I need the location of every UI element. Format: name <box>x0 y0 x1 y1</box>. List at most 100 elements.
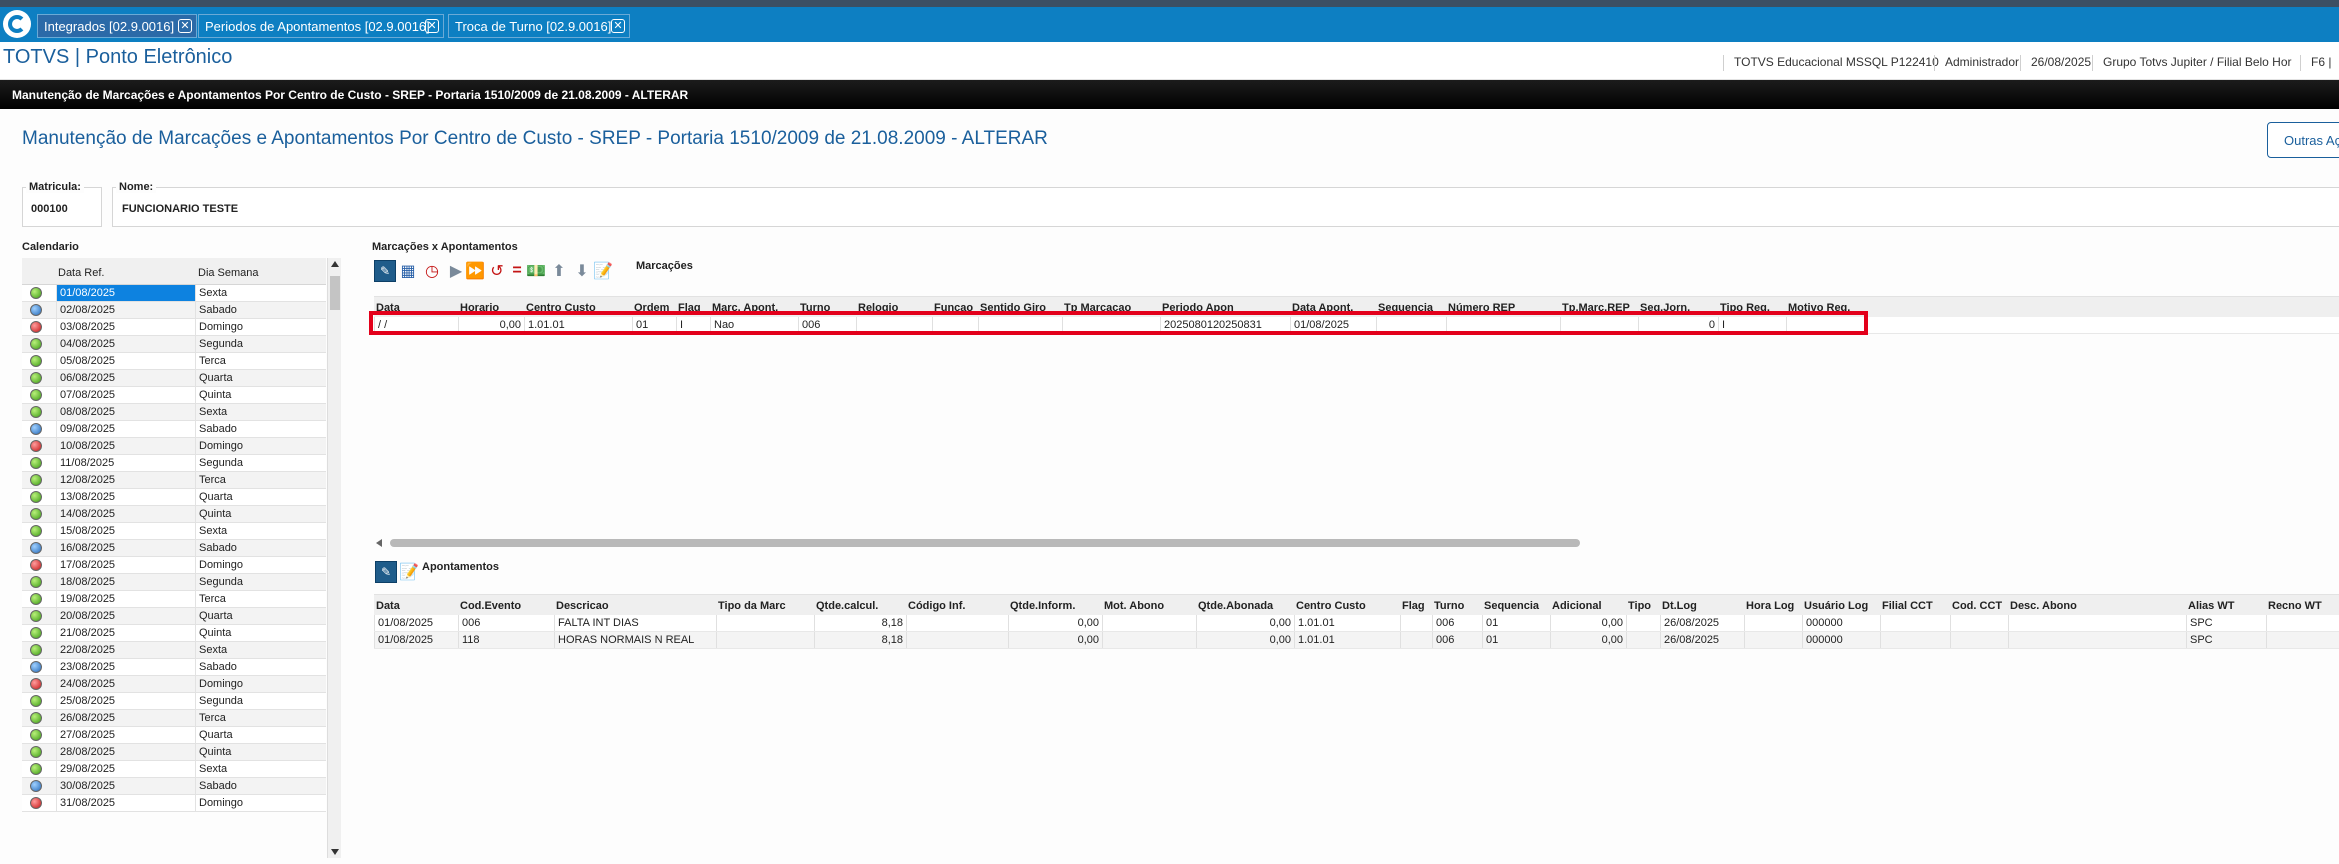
branch-info[interactable]: Grupo Totvs Jupiter / Filial Belo Hor <box>2092 55 2292 71</box>
calendar-row[interactable]: 22/08/2025 Sexta <box>22 642 326 659</box>
table-cell[interactable]: 01/08/2025 <box>374 632 458 648</box>
calendar-row[interactable]: 02/08/2025 Sabado <box>22 302 326 319</box>
col-header[interactable]: Dt.Log <box>1662 600 1697 612</box>
table-cell[interactable]: 0,00 <box>1008 632 1102 648</box>
calendar-row[interactable]: 20/08/2025 Quarta <box>22 608 326 625</box>
calendar-row[interactable]: 23/08/2025 Sabado <box>22 659 326 676</box>
table-cell[interactable]: SPC <box>2186 615 2266 631</box>
calendar-row[interactable]: 27/08/2025 Quarta <box>22 727 326 744</box>
col-header[interactable]: Descricao <box>556 600 609 612</box>
calendar-row[interactable]: 12/08/2025 Terca <box>22 472 326 489</box>
tab-troca-turno[interactable]: Troca de Turno [02.9.0016] ✕ <box>448 14 630 38</box>
col-header[interactable]: Usuário Log <box>1804 600 1868 612</box>
col-header[interactable]: Data <box>376 600 400 612</box>
table-cell[interactable]: 006 <box>1432 632 1482 648</box>
tab-integrados[interactable]: Integrados [02.9.0016] ✕ <box>37 14 197 38</box>
calendar-row[interactable]: 07/08/2025 Quinta <box>22 387 326 404</box>
calendar-row[interactable]: 09/08/2025 Sabado <box>22 421 326 438</box>
scroll-up-icon[interactable] <box>331 261 339 267</box>
scroll-down-icon[interactable] <box>331 849 339 855</box>
calendar-icon[interactable]: ▦ <box>397 260 419 282</box>
close-icon[interactable]: ✕ <box>178 19 192 33</box>
totvs-logo-icon[interactable] <box>3 10 31 38</box>
table-cell[interactable] <box>1880 632 1950 648</box>
table-cell[interactable] <box>2266 632 2339 648</box>
col-header[interactable]: Código Inf. <box>908 600 965 612</box>
col-header[interactable]: Filial CCT <box>1882 600 1933 612</box>
table-cell[interactable]: 0,00 <box>1550 615 1626 631</box>
col-header[interactable]: Tipo da Marc <box>718 600 786 612</box>
table-cell[interactable]: 000000 <box>1802 615 1880 631</box>
table-cell[interactable]: 006 <box>1432 615 1482 631</box>
col-header[interactable]: Cod. CCT <box>1952 600 2002 612</box>
table-cell[interactable] <box>1880 615 1950 631</box>
notepad-icon[interactable]: 📝 <box>398 561 420 583</box>
date-info[interactable]: 26/08/2025 <box>2020 55 2091 71</box>
notepad-icon[interactable]: 📝 <box>592 260 614 282</box>
table-cell[interactable] <box>1626 632 1660 648</box>
calendar-row[interactable]: 31/08/2025 Domingo <box>22 795 326 812</box>
undo-icon[interactable]: ↺ <box>486 260 508 282</box>
table-cell[interactable]: 000000 <box>1802 632 1880 648</box>
table-cell[interactable]: 0,00 <box>1196 615 1294 631</box>
table-cell[interactable] <box>2008 632 2186 648</box>
tab-periodos-apontamentos[interactable]: Periodos de Apontamentos [02.9.0016] ✕ <box>198 14 444 38</box>
table-cell[interactable] <box>1400 632 1432 648</box>
arrow-down-icon[interactable]: ⬇ <box>571 260 593 282</box>
col-header[interactable]: Turno <box>1434 600 1464 612</box>
table-cell[interactable]: 1.01.01 <box>1294 632 1400 648</box>
shortcut-info[interactable]: F6 | <box>2300 55 2331 71</box>
col-header[interactable]: Sequencia <box>1484 600 1539 612</box>
nome-field[interactable] <box>112 187 2339 227</box>
col-header-day[interactable]: Dia Semana <box>198 267 259 279</box>
table-cell[interactable] <box>1626 615 1660 631</box>
calendar-row[interactable]: 24/08/2025 Domingo <box>22 676 326 693</box>
calendar-row[interactable]: 25/08/2025 Segunda <box>22 693 326 710</box>
table-cell[interactable] <box>716 615 814 631</box>
marcacoes-hscrollbar[interactable] <box>374 538 1580 548</box>
table-cell[interactable]: 0,00 <box>1550 632 1626 648</box>
col-header[interactable]: Mot. Abono <box>1104 600 1164 612</box>
scroll-left-icon[interactable] <box>376 539 382 547</box>
calendar-row[interactable]: 05/08/2025 Terca <box>22 353 326 370</box>
table-cell[interactable]: 118 <box>458 632 554 648</box>
table-cell[interactable]: 006 <box>458 615 554 631</box>
col-header[interactable]: Hora Log <box>1746 600 1794 612</box>
calendar-row[interactable]: 04/08/2025 Segunda <box>22 336 326 353</box>
table-cell[interactable]: FALTA INT DIAS <box>554 615 716 631</box>
table-cell[interactable]: 26/08/2025 <box>1660 615 1744 631</box>
col-header[interactable]: Adicional <box>1552 600 1602 612</box>
col-header[interactable]: Qtde.calcul. <box>816 600 878 612</box>
money-icon[interactable]: 💵 <box>525 260 547 282</box>
user-info[interactable]: Administrador <box>1934 55 2019 71</box>
close-icon[interactable]: ✕ <box>425 19 439 33</box>
table-cell[interactable] <box>1950 615 2008 631</box>
table-cell[interactable] <box>1950 632 2008 648</box>
table-cell[interactable] <box>716 632 814 648</box>
table-cell[interactable] <box>2008 615 2186 631</box>
scroll-thumb[interactable] <box>390 539 1580 547</box>
calendar-row[interactable]: 19/08/2025 Terca <box>22 591 326 608</box>
outras-acoes-button[interactable]: Outras Ações <box>2267 122 2339 158</box>
close-icon[interactable]: ✕ <box>611 19 625 33</box>
calendar-row[interactable]: 16/08/2025 Sabado <box>22 540 326 557</box>
calendar-row[interactable]: 26/08/2025 Terca <box>22 710 326 727</box>
table-cell[interactable]: 01 <box>1482 615 1550 631</box>
calendar-row[interactable]: 28/08/2025 Quinta <box>22 744 326 761</box>
table-cell[interactable] <box>2266 615 2339 631</box>
calendar-row[interactable]: 08/08/2025 Sexta <box>22 404 326 421</box>
table-cell[interactable] <box>906 632 1008 648</box>
calendar-row[interactable]: 30/08/2025 Sabado <box>22 778 326 795</box>
table-cell[interactable]: 26/08/2025 <box>1660 632 1744 648</box>
col-header[interactable]: Tipo <box>1628 600 1651 612</box>
table-cell[interactable]: 01 <box>1482 632 1550 648</box>
table-cell[interactable] <box>906 615 1008 631</box>
calendar-row[interactable]: 29/08/2025 Sexta <box>22 761 326 778</box>
col-header[interactable]: Qtde.Abonada <box>1198 600 1273 612</box>
calendar-row[interactable]: 13/08/2025 Quarta <box>22 489 326 506</box>
table-cell[interactable] <box>1102 632 1196 648</box>
clock-icon[interactable]: ◷ <box>421 260 443 282</box>
table-cell[interactable]: 0,00 <box>1008 615 1102 631</box>
table-row[interactable]: 01/08/2025 006 FALTA INT DIAS 8,18 0,00 0,00 1… <box>374 615 2339 632</box>
table-cell[interactable]: SPC <box>2186 632 2266 648</box>
